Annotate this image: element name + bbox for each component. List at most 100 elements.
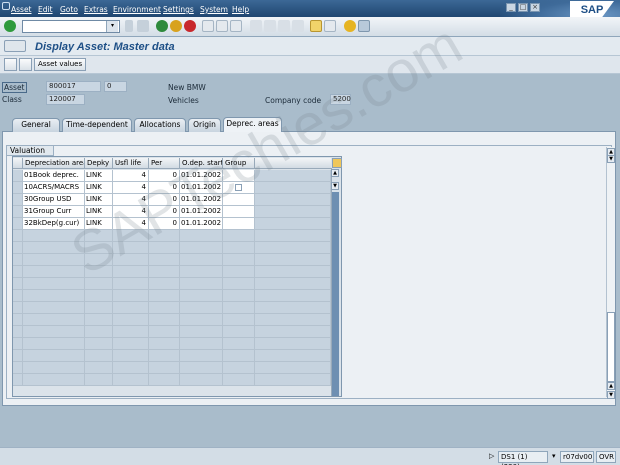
row-selector[interactable] xyxy=(13,374,23,386)
menu-environment[interactable]: Environment xyxy=(113,5,161,14)
cancel-icon[interactable] xyxy=(184,20,196,32)
table-cell[interactable] xyxy=(180,278,223,290)
row-selector[interactable] xyxy=(13,254,23,266)
row-selector[interactable] xyxy=(13,266,23,278)
table-cell[interactable] xyxy=(223,338,255,350)
next-page-icon[interactable] xyxy=(278,20,290,32)
table-cell[interactable] xyxy=(113,362,149,374)
row-selector[interactable] xyxy=(13,362,23,374)
save-icon[interactable] xyxy=(137,20,149,32)
table-scroll-thumb[interactable] xyxy=(332,192,339,396)
table-cell[interactable] xyxy=(223,350,255,362)
menu-help[interactable]: Help xyxy=(232,5,249,14)
table-cell[interactable] xyxy=(149,338,180,350)
table-scroll-up-icon[interactable]: ▲ xyxy=(331,169,339,177)
table-cell[interactable] xyxy=(180,254,223,266)
table-cell[interactable]: 31Group Curr xyxy=(23,206,85,218)
find-icon[interactable] xyxy=(216,20,228,32)
minimize-icon[interactable]: _ xyxy=(506,3,516,12)
table-cell[interactable] xyxy=(23,314,85,326)
table-cell[interactable] xyxy=(23,350,85,362)
table-cell[interactable] xyxy=(85,374,113,386)
status-mode[interactable]: OVR xyxy=(596,451,616,463)
table-cell[interactable]: 10ACRS/MACRS xyxy=(23,182,85,194)
status-expand-icon[interactable]: ▷ xyxy=(487,451,497,463)
other-asset-icon[interactable] xyxy=(4,40,26,52)
menu-edit[interactable]: Edit xyxy=(38,5,53,14)
close-icon[interactable]: × xyxy=(530,3,540,12)
table-cell[interactable]: 30Group USD xyxy=(23,194,85,206)
row-selector[interactable] xyxy=(13,182,23,194)
asset-values-button[interactable]: Asset values xyxy=(34,58,87,71)
tab-origin[interactable]: Origin xyxy=(188,118,221,132)
status-dropdown-icon[interactable]: ▾ xyxy=(550,451,558,463)
table-cell[interactable] xyxy=(149,266,180,278)
table-cell[interactable] xyxy=(223,218,255,230)
row-selector[interactable] xyxy=(13,194,23,206)
panel-scroll-down-top-icon[interactable]: ▼ xyxy=(607,155,615,163)
panel-scroll-down-icon[interactable]: ▼ xyxy=(607,391,615,399)
table-cell[interactable] xyxy=(113,302,149,314)
asset-number-field[interactable]: 800017 xyxy=(46,81,101,92)
menu-goto[interactable]: Goto xyxy=(60,5,78,14)
last-page-icon[interactable] xyxy=(292,20,304,32)
table-cell[interactable] xyxy=(223,266,255,278)
table-cell[interactable] xyxy=(85,290,113,302)
table-cell[interactable] xyxy=(180,350,223,362)
table-cell[interactable] xyxy=(223,314,255,326)
back-icon[interactable] xyxy=(156,20,168,32)
table-cell[interactable] xyxy=(149,314,180,326)
table-scroll-down-icon[interactable]: ▼ xyxy=(331,182,339,190)
table-cell[interactable] xyxy=(180,326,223,338)
table-cell[interactable] xyxy=(180,314,223,326)
row-selector[interactable] xyxy=(13,170,23,182)
row-selector[interactable] xyxy=(13,218,23,230)
table-cell[interactable] xyxy=(223,326,255,338)
row-selector[interactable] xyxy=(13,350,23,362)
table-cell[interactable] xyxy=(23,362,85,374)
table-cell[interactable] xyxy=(85,302,113,314)
maximize-icon[interactable]: □ xyxy=(518,3,528,12)
tab-general[interactable]: General xyxy=(12,118,60,132)
row-selector[interactable] xyxy=(13,278,23,290)
table-cell[interactable] xyxy=(149,362,180,374)
table-settings-icon[interactable] xyxy=(332,158,342,168)
menu-extras[interactable]: Extras xyxy=(84,5,108,14)
sub-number-field[interactable]: 0 xyxy=(104,81,127,92)
column-header-useful-life[interactable]: Usfl life xyxy=(113,158,149,169)
command-dropdown-icon[interactable]: ▾ xyxy=(106,21,118,32)
table-cell[interactable] xyxy=(23,374,85,386)
table-cell[interactable] xyxy=(149,254,180,266)
table-cell[interactable] xyxy=(180,242,223,254)
table-cell[interactable] xyxy=(149,302,180,314)
table-cell[interactable] xyxy=(23,266,85,278)
column-header-depreciation-area[interactable]: Depreciation area xyxy=(23,158,85,169)
row-selector[interactable] xyxy=(13,314,23,326)
table-cell[interactable] xyxy=(223,290,255,302)
display-change-icon[interactable] xyxy=(4,58,17,71)
column-header-depky[interactable]: Depky xyxy=(85,158,113,169)
system-menu-icon[interactable] xyxy=(2,2,10,10)
menu-settings[interactable]: Settings xyxy=(163,5,194,14)
row-selector[interactable] xyxy=(13,206,23,218)
table-cell[interactable] xyxy=(223,302,255,314)
table-cell[interactable] xyxy=(85,350,113,362)
enter-icon[interactable] xyxy=(4,20,16,32)
table-cell[interactable] xyxy=(180,362,223,374)
table-cell[interactable] xyxy=(223,230,255,242)
table-cell[interactable] xyxy=(149,374,180,386)
help-icon[interactable] xyxy=(344,20,356,32)
table-cell[interactable] xyxy=(180,374,223,386)
table-cell[interactable] xyxy=(113,350,149,362)
tab-allocations[interactable]: Allocations xyxy=(134,118,186,132)
row-selector[interactable] xyxy=(13,338,23,350)
row-selector-header[interactable] xyxy=(13,158,23,169)
row-selector[interactable] xyxy=(13,230,23,242)
table-cell[interactable] xyxy=(23,290,85,302)
table-cell[interactable] xyxy=(180,338,223,350)
table-cell[interactable]: LINK xyxy=(85,170,113,182)
menu-system[interactable]: System xyxy=(200,5,228,14)
document-icon[interactable] xyxy=(19,58,32,71)
exit-icon[interactable] xyxy=(170,20,182,32)
table-cell[interactable] xyxy=(149,350,180,362)
